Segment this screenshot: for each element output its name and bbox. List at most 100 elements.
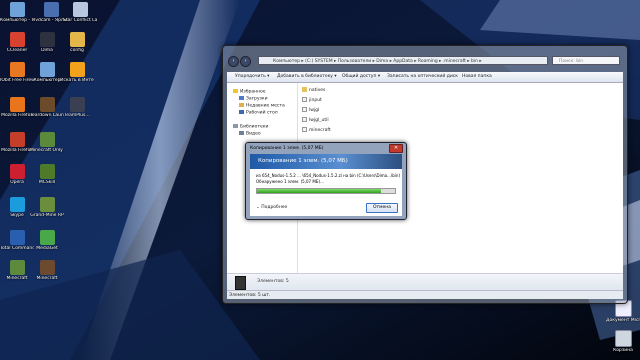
desktop-icon[interactable]: Компьютер	[30, 62, 64, 83]
app-icon	[9, 2, 25, 17]
file-name: jinput	[309, 98, 322, 103]
app-icon	[9, 197, 25, 212]
organize-button[interactable]: Упорядочить ▾	[235, 72, 269, 82]
desktop-icon[interactable]: MediaGet	[30, 230, 64, 251]
app-icon	[39, 32, 55, 47]
desktop-icon[interactable]: Искать в Интернете	[60, 62, 94, 83]
file-item[interactable]: minecraft	[302, 127, 331, 133]
desktop-icon-label: Документ Microso...	[606, 318, 640, 323]
app-icon	[69, 32, 85, 47]
file-name: lwjgl_util	[309, 118, 329, 123]
share-button[interactable]: Общий доступ ▾	[342, 72, 380, 82]
file-icon	[302, 127, 307, 132]
desktop-icon[interactable]: MCSkill	[30, 164, 64, 185]
file-item[interactable]: natives	[302, 87, 325, 93]
app-icon	[9, 97, 25, 112]
nav-label: Библиотеки	[240, 124, 269, 130]
add-to-library-button[interactable]: Добавить в библиотеку ▾	[277, 72, 337, 82]
back-button[interactable]: ‹	[228, 56, 239, 67]
burn-button[interactable]: Записать на оптический диск	[387, 72, 458, 82]
nav-favorites[interactable]: Избранное	[233, 89, 266, 95]
desktop-icon[interactable]: Star Conflict Launcher	[63, 2, 97, 23]
copy-progress-dialog: Копирование 1 элем. (5,07 МБ) ✕ Копирова…	[245, 142, 407, 220]
desktop-icon-label: Skype	[10, 213, 24, 218]
dialog-body: Копирование 1 элем. (5,07 МБ) из 654_Nod…	[250, 154, 402, 216]
desktop-icon-label: CCleaner	[6, 48, 28, 53]
more-details-toggle[interactable]: ⌄ Подробнее	[256, 205, 287, 210]
nav-libraries[interactable]: Библиотеки	[233, 124, 268, 130]
desktop-icon-label: MediaGet	[36, 246, 58, 251]
app-icon	[9, 132, 25, 147]
new-folder-button[interactable]: Новая папка	[462, 72, 492, 82]
desktop-icon[interactable]: Minecraft	[0, 260, 34, 281]
progress-bar	[256, 188, 396, 194]
file-item[interactable]: jinput	[302, 97, 322, 103]
desktop-icon[interactable]: Teardown Launcher 3	[30, 97, 64, 118]
app-icon	[39, 260, 55, 275]
desktop-icon-label: Компьютер	[33, 78, 61, 83]
video-library-icon	[239, 131, 244, 135]
desktop-icon[interactable]: Компьютер - Ярлык	[0, 2, 34, 23]
folder-preview-icon	[235, 276, 246, 290]
search-input[interactable]: Поиск: bin	[552, 56, 620, 65]
cancel-button[interactable]: Отмена	[366, 203, 398, 213]
star-icon	[233, 89, 238, 93]
file-icon	[302, 107, 307, 112]
file-item[interactable]: lwjgl_util	[302, 117, 329, 123]
file-item[interactable]: lwjgl	[302, 107, 319, 113]
details-pane: Элементов: 5	[227, 273, 623, 291]
desktop-icon-recycle-bin[interactable]: Корзина	[606, 330, 640, 353]
desktop-icon[interactable]: Total Commander	[0, 230, 34, 251]
nav-label: Рабочий стол	[246, 110, 278, 116]
desktop-icon[interactable]: IObit Free Firewall	[0, 62, 34, 83]
copy-source-line: из 654_Nodus-1.5.2 ... \654_Nodus-1.5.2.…	[256, 173, 401, 178]
app-icon	[9, 62, 25, 77]
desktop-icon-label: Minecraft Only La...	[30, 148, 64, 153]
file-name: natives	[309, 88, 326, 93]
desktop-icon[interactable]: Dima	[30, 32, 64, 53]
desktop-icon[interactable]: Skype	[0, 197, 34, 218]
desktop-icon-label: Искать в Интернете	[60, 78, 94, 83]
nav-label: Недавние места	[246, 103, 285, 109]
recycle-bin-icon	[614, 330, 632, 347]
desktop-icon[interactable]: config	[60, 32, 94, 53]
folder-icon	[302, 87, 307, 92]
nav-downloads[interactable]: Загрузки	[239, 96, 268, 102]
progress-fill	[257, 189, 382, 193]
close-button[interactable]: ✕	[389, 144, 403, 153]
libraries-icon	[233, 124, 238, 128]
desktop-icon[interactable]: Mozilla Firefox	[0, 132, 34, 153]
desktop-icon[interactable]: TeamPlus...	[60, 97, 94, 118]
desktop-icon[interactable]: Minecraft Only La...	[30, 132, 64, 153]
file-icon	[302, 97, 307, 102]
app-icon	[39, 97, 55, 112]
app-icon	[39, 132, 55, 147]
desktop-icon-label: Grand-Mine RP	[30, 213, 64, 218]
nav-video[interactable]: Видео	[239, 131, 261, 137]
desktop-icon-label: Mozilla Firefox	[1, 148, 33, 153]
desktop-icon-label: MCSkill	[38, 180, 56, 185]
app-icon	[39, 164, 55, 179]
app-icon	[9, 230, 25, 245]
nav-desktop[interactable]: Рабочий стол	[239, 110, 278, 116]
desktop-icon[interactable]: CCleaner	[0, 32, 34, 53]
app-icon	[39, 230, 55, 245]
desktop-icon[interactable]: Minecraft	[30, 260, 64, 281]
copy-found-line: Обнаружено 1 элем. (5,07 МБ)...	[256, 179, 324, 184]
app-icon	[39, 197, 55, 212]
desktop-icon-label: Dima	[41, 48, 53, 53]
desktop-icon[interactable]: Mozilla Firefox	[0, 97, 34, 118]
address-bar[interactable]: Компьютер ▸ (C:) SYSTEM ▸ Пользователи ▸…	[258, 56, 548, 65]
desktop-icon-label: IObit Free Firewall	[0, 78, 34, 83]
desktop-icon-label: TeamPlus...	[64, 113, 90, 118]
desktop-icon[interactable]: Grand-Mine RP	[30, 197, 64, 218]
file-icon	[302, 117, 307, 122]
nav-recent[interactable]: Недавние места	[239, 103, 285, 109]
forward-button[interactable]: ›	[240, 56, 251, 67]
nav-label: Избранное	[240, 89, 266, 95]
nav-buttons: ‹ ›	[228, 56, 254, 67]
desktop-icon[interactable]: Opera	[0, 164, 34, 185]
dialog-title: Копирование 1 элем. (5,07 МБ)	[250, 146, 324, 151]
app-icon	[9, 32, 25, 47]
desktop-icon-label: Корзина	[613, 348, 633, 353]
